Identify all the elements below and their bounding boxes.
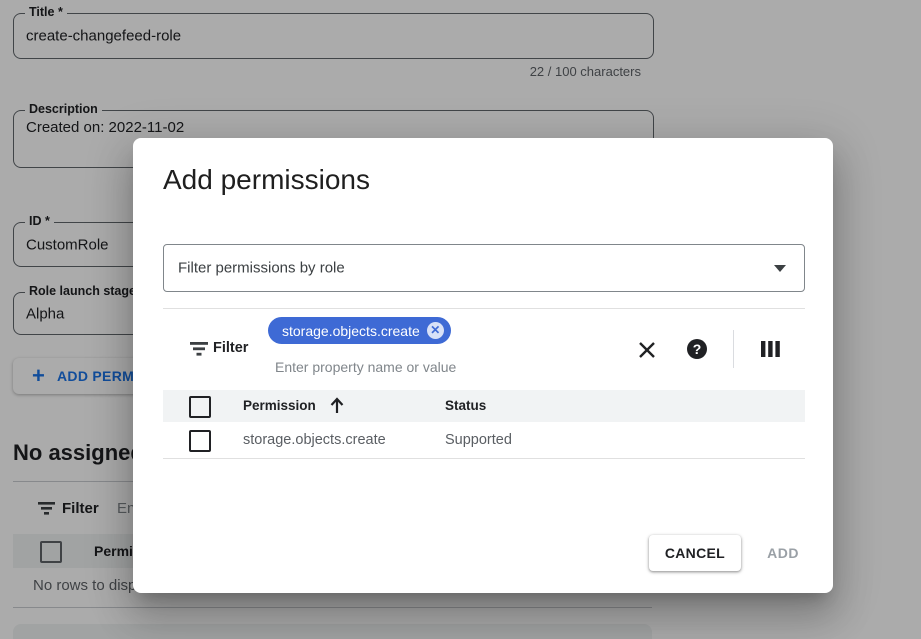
cancel-button[interactable]: CANCEL (649, 535, 741, 571)
clear-filters-icon[interactable] (637, 340, 657, 360)
dialog-title: Add permissions (163, 164, 370, 196)
sort-ascending-icon[interactable] (329, 397, 345, 414)
table-row[interactable]: storage.objects.create Supported (163, 422, 805, 459)
role-filter-dropdown-value: Filter permissions by role (178, 260, 345, 277)
add-button[interactable]: ADD (759, 535, 807, 571)
row-checkbox[interactable] (189, 430, 211, 452)
permission-cell: storage.objects.create (243, 422, 386, 458)
status-column-header[interactable]: Status (445, 390, 486, 422)
permissions-table-header: Permission Status (163, 390, 805, 422)
modal-filter-label: Filter (213, 340, 248, 356)
chip-close-icon[interactable]: ✕ (427, 322, 444, 339)
select-all-checkbox[interactable] (189, 396, 211, 418)
filter-chip[interactable]: storage.objects.create ✕ (268, 317, 451, 344)
modal-filter-input[interactable]: Enter property name or value (275, 359, 456, 375)
divider (163, 308, 805, 309)
status-cell: Supported (445, 422, 512, 458)
filter-icon (190, 342, 208, 356)
chevron-down-icon (774, 265, 786, 272)
role-filter-dropdown[interactable]: Filter permissions by role (163, 244, 805, 292)
page: Title * create-changefeed-role 22 / 100 … (0, 0, 921, 639)
help-icon[interactable]: ? (687, 339, 707, 359)
column-display-icon[interactable] (761, 341, 780, 357)
permission-column-header[interactable]: Permission (243, 390, 316, 422)
divider (733, 330, 734, 368)
filter-chip-label: storage.objects.create (282, 323, 420, 339)
add-permissions-dialog: Add permissions Filter permissions by ro… (133, 138, 833, 593)
